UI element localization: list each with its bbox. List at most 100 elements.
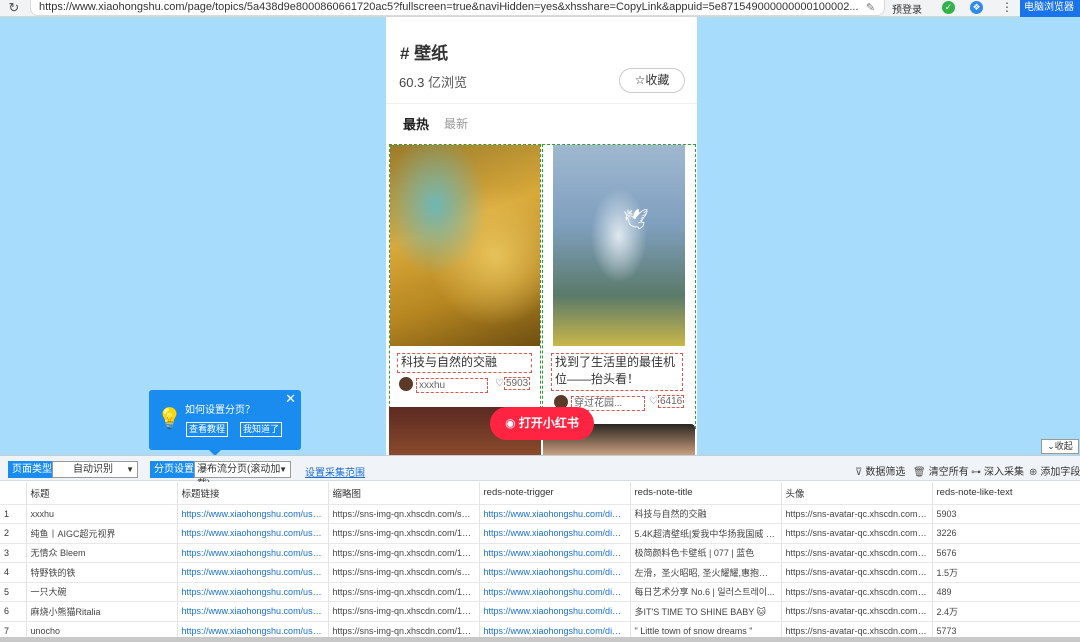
table-cell[interactable]: 4 <box>0 562 27 583</box>
table-cell[interactable]: https://sns-img-qn.xhscdn.com/spect... <box>328 562 480 583</box>
table-cell[interactable]: https://www.xiaohongshu.com/disco... <box>479 601 631 622</box>
note-image[interactable]: 🕊 <box>553 145 685 346</box>
table-cell[interactable]: 麻烧小熊猫Ritalia <box>26 601 178 622</box>
kebab-icon[interactable]: ⋮ <box>1001 0 1013 14</box>
table-row[interactable]: 4 特野铁的铁 https://www.xiaohongshu.com/user/.… <box>0 562 1080 583</box>
note-title[interactable]: 找到了生活里的最佳机位——抬头看！ <box>551 353 683 391</box>
table-cell[interactable]: 5903 <box>932 504 1080 524</box>
table-cell[interactable]: https://www.xiaohongshu.com/user/... <box>177 601 329 622</box>
camera-icon: ◉ <box>505 416 519 430</box>
table-cell[interactable]: 5.4K超清壁纸|爱我中华扬我国威 | 国... <box>630 523 782 544</box>
table-cell[interactable]: https://www.xiaohongshu.com/disco... <box>479 504 631 524</box>
column-header[interactable]: 头像 <box>781 482 933 505</box>
tab-hot[interactable]: 最热 <box>403 114 429 133</box>
table-cell[interactable]: 纯鱼丨AIGC超元视界 <box>26 523 178 544</box>
table-cell[interactable]: 3 <box>0 543 27 563</box>
like-count[interactable]: ♡ 6416 <box>649 395 685 408</box>
table-cell[interactable]: 2 <box>0 523 27 544</box>
login-button[interactable]: 预登录 <box>892 1 922 16</box>
note-title[interactable]: 科技与自然的交融 <box>397 353 532 373</box>
table-cell[interactable]: 5 <box>0 582 27 602</box>
favorite-button[interactable]: ☆收藏 <box>619 68 685 93</box>
table-cell[interactable]: https://sns-img-qn.xhscdn.com/1040... <box>328 582 480 602</box>
table-cell[interactable]: https://sns-img-qn.xhscdn.com/1040... <box>328 543 480 563</box>
table-cell[interactable]: https://sns-avatar-qc.xhscdn.com/av... <box>781 582 933 602</box>
deep-collect-button[interactable]: ⊶ 深入采集 <box>971 463 1024 478</box>
table-cell[interactable]: https://www.xiaohongshu.com/disco... <box>479 562 631 583</box>
table-row[interactable]: 1 xxxhu https://www.xiaohongshu.com/user/.… <box>0 504 1080 524</box>
table-cell[interactable]: https://www.xiaohongshu.com/user/... <box>177 504 329 524</box>
table-cell[interactable]: https://sns-avatar-qc.xhscdn.com/av... <box>781 543 933 563</box>
tab-new[interactable]: 最新 <box>444 115 468 132</box>
table-row[interactable]: 3 无情众 Bleem https://www.xiaohongshu.com/us… <box>0 543 1080 563</box>
page-type-select[interactable]: 自动识别 ▼ <box>52 461 138 478</box>
table-cell[interactable]: https://www.xiaohongshu.com/disco... <box>479 543 631 563</box>
table-cell[interactable]: https://www.xiaohongshu.com/user/... <box>177 543 329 563</box>
table-cell[interactable]: https://sns-avatar-qc.xhscdn.com/av... <box>781 504 933 524</box>
column-header[interactable]: reds-note-like-text <box>932 482 1080 505</box>
address-bar[interactable]: https://www.xiaohongshu.com/page/topics/… <box>30 0 885 16</box>
note-image[interactable] <box>390 145 540 346</box>
table-cell[interactable]: 特野铁的铁 <box>26 562 178 583</box>
avatar[interactable] <box>399 377 413 391</box>
table-cell[interactable]: 每日艺术分享 No.6 | 일러스트레이... <box>630 582 782 602</box>
table-cell[interactable]: 极简颜料色卡壁纸 | 077 | 蓝色 <box>630 543 782 563</box>
table-row[interactable]: 5 一只大碗 https://www.xiaohongshu.com/user/..… <box>0 582 1080 602</box>
close-icon[interactable]: ✕ <box>285 391 296 407</box>
table-row[interactable]: 6 麻烧小熊猫Ritalia https://www.xiaohongshu.com… <box>0 601 1080 622</box>
column-header[interactable] <box>0 482 27 505</box>
paging-select[interactable]: 瀑布流分页(滚动加载) ▼ <box>194 461 291 490</box>
table-cell[interactable]: 科技与自然的交融 <box>630 504 782 524</box>
column-header[interactable]: 标题 <box>26 482 178 505</box>
horizontal-scrollbar[interactable] <box>0 637 1080 642</box>
filter-button[interactable]: ⊽ 数据筛选 <box>855 463 905 478</box>
table-cell[interactable]: https://www.xiaohongshu.com/user/... <box>177 582 329 602</box>
table-cell[interactable]: https://www.xiaohongshu.com/user/... <box>177 523 329 544</box>
table-cell[interactable]: https://sns-img-qn.xhscdn.com/1040... <box>328 523 480 544</box>
pen-icon[interactable]: ✎ <box>866 1 875 14</box>
clear-all-button[interactable]: 🗑 清空所有 <box>913 463 969 478</box>
table-cell[interactable]: 1.5万 <box>932 562 1080 583</box>
table-cell[interactable]: https://sns-avatar-qc.xhscdn.com/av... <box>781 601 933 622</box>
pc-browser-button[interactable]: 电脑浏览器 <box>1020 0 1080 17</box>
collapse-button[interactable]: ⌄收起 <box>1041 439 1079 454</box>
note-author[interactable]: xxxhu <box>416 378 488 393</box>
extension-icon-green[interactable]: ✓ <box>942 1 955 14</box>
column-header[interactable]: reds-note-title <box>630 482 782 505</box>
filter-label: 数据筛选 <box>865 467 906 478</box>
extension-icon-blue[interactable]: ❖ <box>970 1 983 14</box>
like-number: 5903 <box>503 377 531 390</box>
table-cell[interactable]: https://www.xiaohongshu.com/user/... <box>177 562 329 583</box>
table-cell[interactable]: https://www.xiaohongshu.com/disco... <box>479 523 631 544</box>
table-row[interactable]: 2 纯鱼丨AIGC超元视界 https://www.xiaohongshu.com/… <box>0 523 1080 544</box>
table-cell[interactable]: xxxhu <box>26 504 178 524</box>
column-header[interactable]: 缩略图 <box>328 482 480 505</box>
add-field-button[interactable]: ⊕ 添加字段 <box>1029 463 1080 478</box>
table-cell[interactable]: 左滑，圣火昭昭, 圣火耀耀,惠抱脾瓷... <box>630 562 782 583</box>
column-header[interactable]: 标题链接 <box>177 482 329 505</box>
view-tutorial-button[interactable]: 查看教程 <box>186 422 229 437</box>
table-cell[interactable]: 2.4万 <box>932 601 1080 622</box>
set-range-link[interactable]: 设置采集范围 <box>305 464 365 479</box>
like-count[interactable]: ♡ 5903 <box>495 377 531 390</box>
table-cell[interactable]: https://sns-avatar-qc.xhscdn.com/av... <box>781 562 933 583</box>
table-cell[interactable]: 489 <box>932 582 1080 602</box>
open-app-button[interactable]: ◉ 打开小红书 <box>490 407 594 440</box>
reload-icon[interactable]: ↻ <box>0 0 28 16</box>
got-it-button[interactable]: 我知道了 <box>240 422 283 437</box>
like-number: 6416 <box>657 395 685 408</box>
note-card[interactable]: 🕊 找到了生活里的最佳机位——抬头看！ 穿过花园... ♡ 6416 <box>542 144 696 429</box>
table-cell[interactable]: https://sns-img-qn.xhscdn.com/spect... <box>328 504 480 524</box>
table-cell[interactable]: 1 <box>0 504 27 524</box>
table-cell[interactable]: https://sns-avatar-qc.xhscdn.com/av... <box>781 523 933 544</box>
table-cell[interactable]: 3226 <box>932 523 1080 544</box>
table-cell[interactable]: 一只大碗 <box>26 582 178 602</box>
table-cell[interactable]: 5676 <box>932 543 1080 563</box>
table-cell[interactable]: 无情众 Bleem <box>26 543 178 563</box>
note-card[interactable]: 科技与自然的交融 xxxhu ♡ 5903 <box>389 144 541 429</box>
column-header[interactable]: reds-note-trigger <box>479 482 631 505</box>
table-cell[interactable]: 多IT'S TIME TO SHINE BABY 🐱 <box>630 601 782 622</box>
table-cell[interactable]: 6 <box>0 601 27 622</box>
table-cell[interactable]: https://www.xiaohongshu.com/disco... <box>479 582 631 602</box>
table-cell[interactable]: https://sns-img-qn.xhscdn.com/1000... <box>328 601 480 622</box>
